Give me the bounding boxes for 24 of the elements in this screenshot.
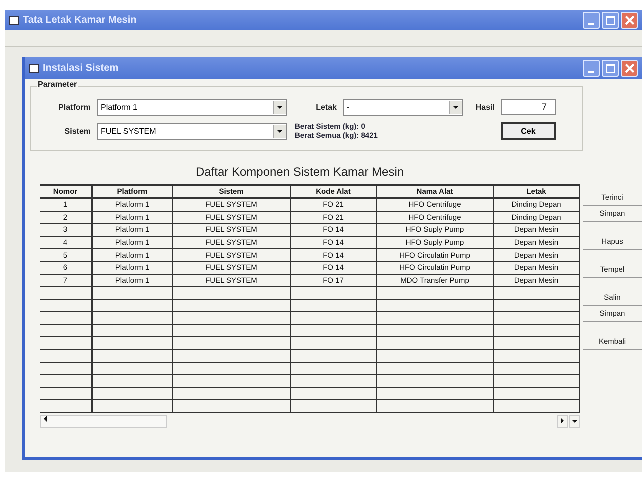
letak-dropdown[interactable]: - xyxy=(343,98,463,116)
field-label: Letak xyxy=(315,102,338,112)
minimize-button[interactable] xyxy=(583,12,600,28)
close-button[interactable] xyxy=(621,12,638,28)
horizontal-scrollbar[interactable] xyxy=(40,414,167,428)
field-label: Platform xyxy=(58,102,92,112)
window-title: Tata Letak Kamar Mesin xyxy=(23,14,138,26)
field-label: Sistem xyxy=(64,126,92,136)
dialog-title: Instalasi Sistem xyxy=(43,62,120,74)
scroll-right-icon[interactable] xyxy=(557,414,568,428)
group-label: Parameter xyxy=(37,80,78,89)
cek-button[interactable]: Cek xyxy=(501,122,556,140)
table-title: Daftar Komponen Sistem Kamar Mesin xyxy=(194,165,406,179)
close-button[interactable] xyxy=(621,60,638,76)
minimize-button[interactable] xyxy=(583,60,600,76)
app-icon xyxy=(29,64,39,72)
platform-dropdown[interactable]: Platform 1 xyxy=(97,98,287,116)
scroll-down-icon[interactable] xyxy=(569,414,580,428)
maximize-button[interactable] xyxy=(602,12,619,28)
maximize-button[interactable] xyxy=(602,60,619,76)
app-icon xyxy=(9,16,19,24)
field-label: Hasil xyxy=(474,102,496,112)
hasil-field[interactable]: 7 xyxy=(501,99,556,115)
sistem-dropdown[interactable]: FUEL SYSTEM xyxy=(97,122,287,140)
